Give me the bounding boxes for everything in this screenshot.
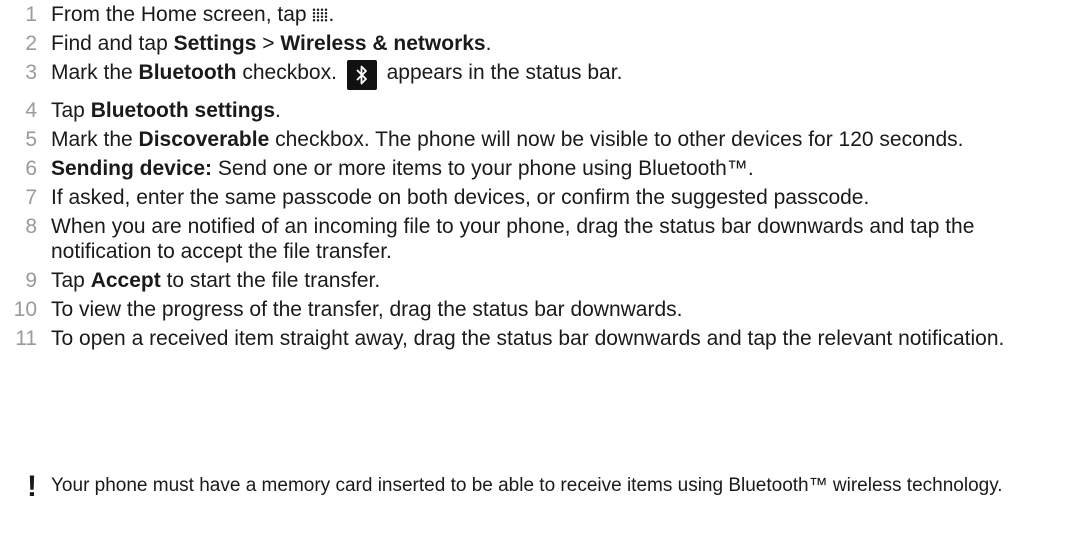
step-text: Tap Accept to start the file transfer. xyxy=(51,269,381,292)
step-1: 1 From the Home screen, tap . xyxy=(0,2,1040,27)
step-7: 7 If asked, enter the same passcode on b… xyxy=(0,185,1040,210)
step-10: 10 To view the progress of the transfer,… xyxy=(0,297,1040,322)
step-text: If asked, enter the same passcode on bot… xyxy=(51,186,870,209)
step-number: 9 xyxy=(25,269,37,292)
step-text: To view the progress of the transfer, dr… xyxy=(51,298,683,321)
instruction-page: 1 From the Home screen, tap . 2 Find and… xyxy=(0,0,1065,546)
step-number: 10 xyxy=(13,298,37,321)
step-11: 11 To open a received item straight away… xyxy=(0,326,1040,351)
step-text: Mark the Bluetooth checkbox. appears in … xyxy=(51,60,1040,90)
step-number: 5 xyxy=(25,128,37,151)
step-number: 11 xyxy=(15,327,37,350)
step-2: 2 Find and tap Settings > Wireless & net… xyxy=(0,31,1040,56)
note-box: ! Your phone must have a memory card ins… xyxy=(0,470,1060,503)
step-text: Sending device: Send one or more items t… xyxy=(51,157,754,180)
step-9: 9 Tap Accept to start the file transfer. xyxy=(0,268,1040,293)
step-6: 6 Sending device: Send one or more items… xyxy=(0,156,1040,181)
step-8: 8 When you are notified of an incoming f… xyxy=(0,214,1040,264)
step-text: When you are notified of an incoming fil… xyxy=(51,215,975,263)
step-text: Tap Bluetooth settings. xyxy=(51,99,281,122)
bluetooth-icon xyxy=(346,60,377,90)
step-text: From the Home screen, tap . xyxy=(51,3,335,26)
step-number: 8 xyxy=(25,215,37,238)
step-4: 4 Tap Bluetooth settings. xyxy=(0,98,1040,123)
step-number: 3 xyxy=(25,61,37,84)
step-5: 5 Mark the Discoverable checkbox. The ph… xyxy=(0,127,1040,152)
steps-list: 1 From the Home screen, tap . 2 Find and… xyxy=(0,2,1040,355)
step-text: Find and tap Settings > Wireless & netwo… xyxy=(51,32,492,55)
step-3: 3 Mark the Bluetooth checkbox. appears i… xyxy=(0,60,1040,90)
step-text: Mark the Discoverable checkbox. The phon… xyxy=(51,128,964,151)
step-number: 6 xyxy=(25,157,37,180)
step-text: To open a received item straight away, d… xyxy=(51,327,1005,350)
exclamation-icon: ! xyxy=(27,470,37,503)
step-number: 2 xyxy=(25,32,37,55)
apps-grid-icon xyxy=(312,8,329,22)
step-number: 7 xyxy=(25,186,37,209)
step-number: 1 xyxy=(25,3,37,26)
step-number: 4 xyxy=(25,99,37,122)
note-text: Your phone must have a memory card inser… xyxy=(51,475,1003,496)
